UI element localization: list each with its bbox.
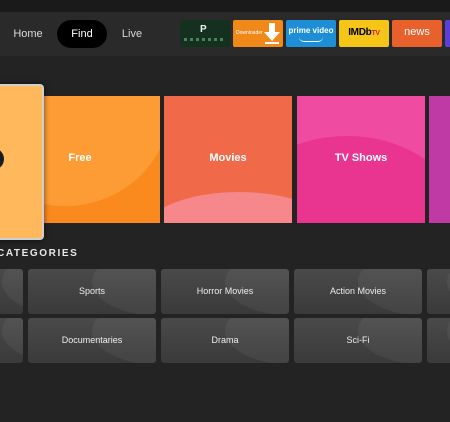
focused-tile[interactable]	[0, 84, 44, 240]
category-horror-movies[interactable]: Horror Movies	[161, 269, 289, 314]
smile-icon	[299, 37, 323, 42]
app-prime-label: prime video	[288, 26, 334, 35]
categories-heading: CATEGORIES	[0, 248, 79, 259]
app-news[interactable]: news	[392, 20, 442, 47]
app-gplay[interactable]: P	[180, 20, 230, 47]
pattern-icon	[184, 38, 226, 41]
nav-live[interactable]: Live	[114, 20, 150, 48]
category-sci-fi[interactable]: Sci-Fi	[294, 318, 422, 363]
category-action-movies[interactable]: Action Movies	[294, 269, 422, 314]
app-downloader[interactable]: Downloader	[233, 20, 283, 47]
category-documentaries[interactable]: Documentaries	[28, 318, 156, 363]
tile-partial[interactable]	[429, 96, 450, 223]
tile-movies[interactable]: Movies	[164, 96, 292, 223]
category-tile-partial[interactable]	[0, 318, 23, 363]
tile-movies-label: Movies	[209, 152, 247, 164]
tile-tv-shows[interactable]: TV Shows	[297, 96, 425, 223]
status-strip	[0, 0, 450, 12]
download-arrow-icon	[264, 23, 280, 44]
app-imdb-label: IMDbTV	[348, 27, 380, 38]
category-tile-partial-right[interactable]	[427, 269, 450, 314]
app-downloader-label: Downloader	[236, 30, 263, 36]
nav-find[interactable]: Find	[57, 20, 107, 48]
category-tile-partial-right[interactable]	[427, 318, 450, 363]
app-prime-video[interactable]: prime video	[286, 20, 336, 47]
category-drama[interactable]: Drama	[161, 318, 289, 363]
app-partial[interactable]	[445, 20, 450, 47]
app-gplay-label: P	[200, 24, 207, 35]
app-news-label: news	[404, 26, 430, 38]
nav-home[interactable]: Home	[6, 20, 50, 48]
category-tile-partial[interactable]	[0, 269, 23, 314]
category-sports[interactable]: Sports	[28, 269, 156, 314]
tile-tv-label: TV Shows	[334, 152, 388, 164]
top-navigation: Home Find Live P Downloader prime video …	[0, 12, 450, 56]
circle-icon	[0, 148, 4, 170]
app-imdb-tv[interactable]: IMDbTV	[339, 20, 389, 47]
